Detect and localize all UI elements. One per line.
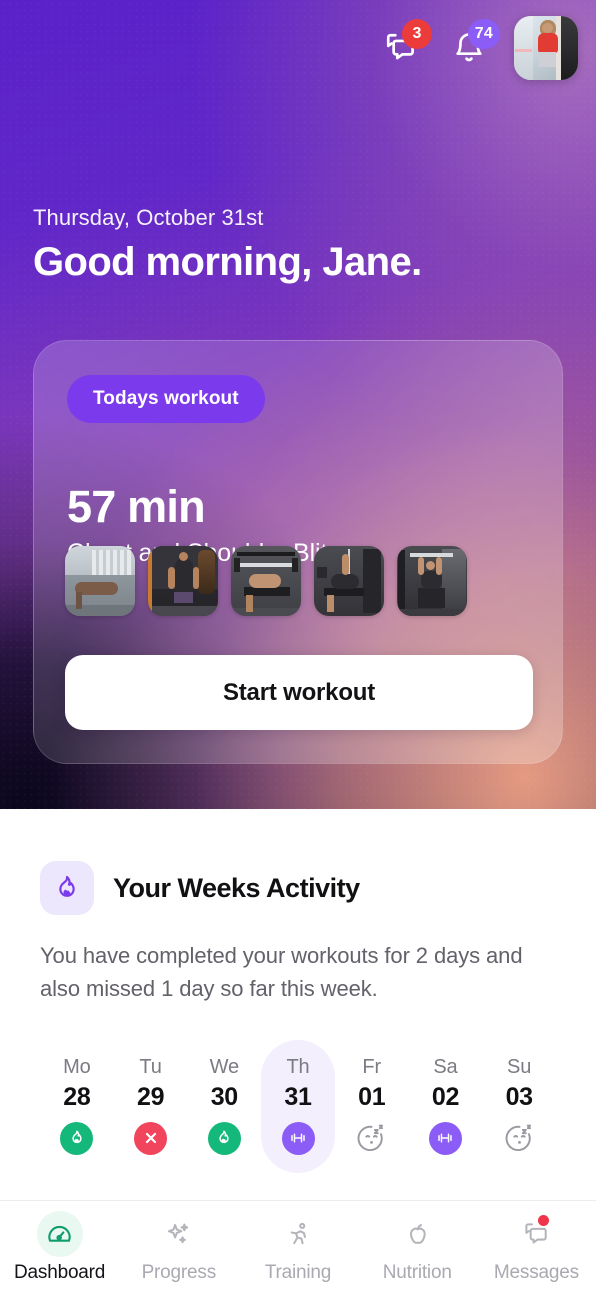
day-column-mo[interactable]: Mo 28 [40,1040,114,1173]
flame-icon-container [40,861,94,915]
todays-workout-pill: Todays workout [67,375,265,423]
nav-item-nutrition[interactable]: Nutrition [358,1211,477,1284]
day-status-planned [428,1121,462,1155]
messages-icon-button[interactable]: 3 [378,19,432,71]
activity-title: Your Weeks Activity [113,872,360,903]
notifications-badge: 74 [467,19,500,49]
activity-header: Your Weeks Activity [40,861,556,915]
day-name: Tu [139,1055,162,1078]
day-number: 03 [505,1082,534,1111]
exercise-thumbnail-list [65,546,467,616]
flame-icon [219,1130,229,1144]
push-up-thumbnail[interactable] [65,546,135,616]
day-column-tu[interactable]: Tu 29 [114,1040,188,1173]
day-name: Sa [433,1055,458,1078]
workout-duration: 57 min [67,481,206,532]
flame-icon [72,1130,82,1144]
day-number: 01 [358,1082,386,1111]
day-status-planned [281,1121,315,1155]
day-column-sa[interactable]: Sa 02 [409,1040,483,1173]
day-name: Th [286,1055,310,1078]
day-name: We [209,1055,240,1078]
running-person-icon [290,1222,306,1244]
day-number: 28 [63,1082,91,1111]
bottom-navigation: Dashboard Progress Training Nutrition Me… [0,1200,596,1296]
progress-icon-wrap [156,1211,202,1257]
day-name: Fr [362,1055,382,1078]
day-column-th-today[interactable]: Th 31 [261,1039,335,1173]
start-workout-button[interactable]: Start workout [65,655,533,730]
greeting-message: Good morning, Jane. [33,240,422,284]
sparkles-icon [168,1223,189,1243]
todays-workout-card: Todays workout 57 min Chest and Shoulder… [33,340,563,764]
dumbbell-icon [291,1133,305,1143]
notifications-icon-button[interactable]: 74 [446,19,500,71]
day-column-fr[interactable]: Fr 01 [335,1040,409,1173]
day-number: 02 [431,1082,460,1111]
dashboard-icon-wrap [36,1211,83,1257]
day-number: 30 [210,1082,239,1111]
week-strip: Mo 28 Tu 29 We 30 Th 31 Fr 01 Sa 02 Su 0… [40,1039,556,1173]
day-status-rest [355,1122,388,1155]
nav-label: Dashboard [14,1262,106,1283]
bench-press-thumbnail[interactable] [231,546,301,616]
day-column-we[interactable]: We 30 [187,1040,261,1173]
day-status-missed [134,1121,168,1155]
sleeping-face-icon [505,1124,531,1151]
nav-label: Nutrition [382,1262,452,1283]
incline-press-thumbnail[interactable] [314,546,384,616]
shoulder-press-thumbnail[interactable] [397,546,467,616]
apple-icon [409,1223,426,1244]
nav-item-messages[interactable]: Messages [477,1211,596,1284]
nav-label: Messages [493,1262,579,1283]
day-name: Su [507,1055,532,1078]
nav-label: Training [264,1262,332,1283]
training-icon-wrap [275,1211,321,1257]
day-status-rest [503,1122,536,1155]
day-column-su[interactable]: Su 03 [482,1040,556,1173]
nav-item-training[interactable]: Training [238,1211,357,1284]
flame-icon [59,875,75,897]
dumbbell-curl-thumbnail[interactable] [148,546,218,616]
activity-description: You have completed your workouts for 2 d… [40,943,523,1002]
day-status-completed [60,1121,94,1155]
top-bar: 3 74 [378,16,578,80]
nav-item-progress[interactable]: Progress [119,1211,238,1284]
speedometer-icon [48,1225,71,1242]
day-number: 31 [284,1082,312,1111]
greeting-date: Thursday, October 31st [33,205,264,230]
greeting-block: Thursday, October 31st Good morning, Jan… [33,205,422,285]
close-icon [145,1133,156,1144]
messages-badge: 3 [402,19,432,49]
nutrition-icon-wrap [394,1211,440,1257]
nav-item-dashboard[interactable]: Dashboard [0,1211,119,1284]
sleeping-face-icon [357,1124,384,1151]
messages-icon-wrap [513,1211,559,1257]
nav-label: Progress [141,1262,217,1283]
dumbbell-icon [438,1133,453,1143]
day-status-completed [207,1121,241,1155]
avatar[interactable] [514,16,578,80]
day-name: Mo [63,1055,91,1078]
weeks-activity-section: Your Weeks Activity You have completed y… [0,809,596,1208]
day-number: 29 [136,1082,165,1111]
